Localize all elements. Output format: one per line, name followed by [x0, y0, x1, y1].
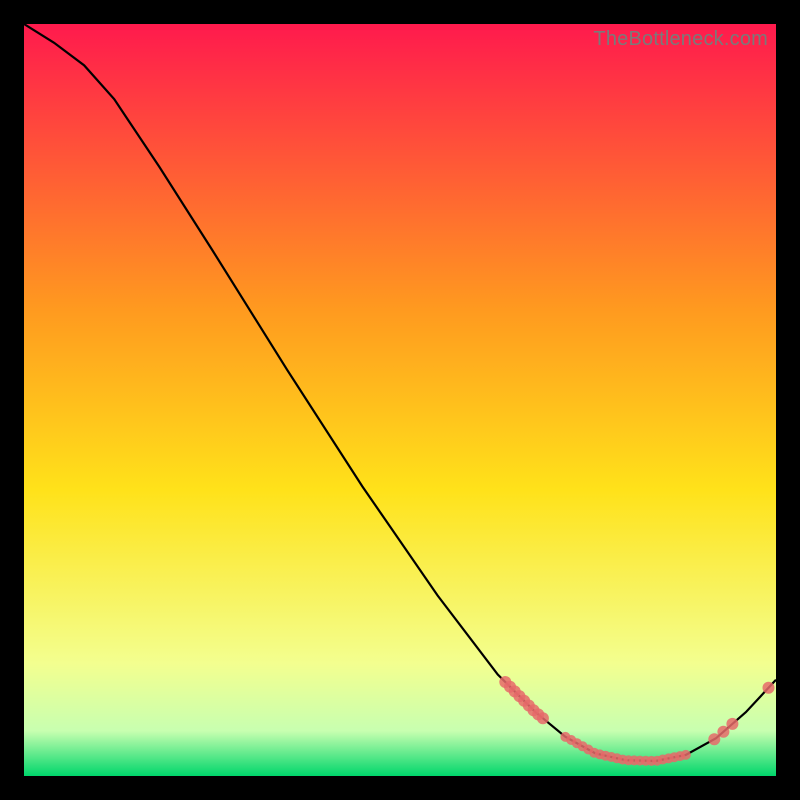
gradient-background [24, 24, 776, 776]
data-dot [681, 750, 691, 760]
bottleneck-chart [24, 24, 776, 776]
data-dot [763, 682, 775, 694]
data-dot [717, 726, 729, 738]
data-dot [537, 712, 549, 724]
data-dot [726, 718, 738, 730]
chart-frame: TheBottleneck.com [24, 24, 776, 776]
watermark-text: TheBottleneck.com [593, 28, 768, 51]
